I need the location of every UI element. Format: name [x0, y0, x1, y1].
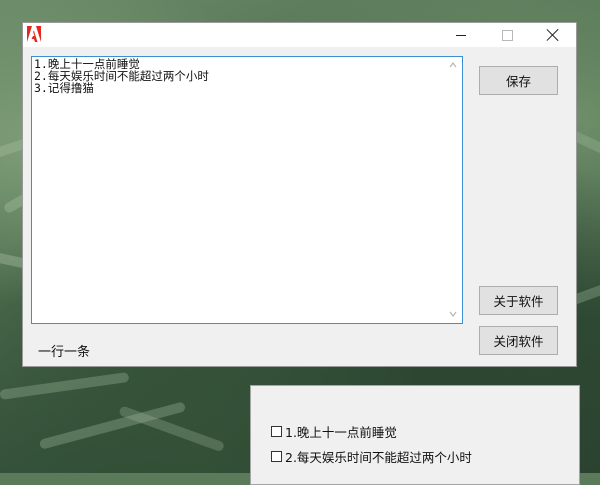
checklist-item[interactable]: 2.每天娱乐时间不能超过两个小时	[271, 447, 472, 466]
about-software-button[interactable]: 关于软件	[479, 286, 558, 315]
checklist-item[interactable]: 1.晚上十一点前睡觉	[271, 422, 397, 441]
adobe-logo-icon	[27, 26, 41, 42]
scroll-down-arrow-icon[interactable]	[449, 310, 457, 318]
checklist-item-label: 1.晚上十一点前睡觉	[285, 425, 397, 440]
minimize-icon	[456, 34, 466, 36]
notes-line: 3.记得撸猫	[34, 81, 94, 95]
maximize-icon	[501, 29, 513, 41]
minimize-button[interactable]	[438, 23, 484, 47]
scroll-up-arrow-icon[interactable]	[449, 61, 457, 69]
save-button[interactable]: 保存	[479, 66, 558, 95]
vertical-scrollbar[interactable]	[445, 57, 462, 323]
close-software-button[interactable]: 关闭软件	[479, 326, 558, 355]
checklist-item-label: 2.每天娱乐时间不能超过两个小时	[285, 450, 472, 465]
window-close-button[interactable]	[530, 23, 576, 47]
title-bar[interactable]	[23, 23, 576, 47]
close-icon	[547, 29, 559, 41]
hint-label: 一行一条	[38, 345, 91, 360]
checkbox[interactable]	[271, 426, 282, 437]
checklist-window: 1.晚上十一点前睡觉 2.每天娱乐时间不能超过两个小时	[250, 385, 580, 485]
checkbox[interactable]	[271, 451, 282, 462]
main-window: 1.晚上十一点前睡觉 2.每天娱乐时间不能超过两个小时 3.记得撸猫 保存 关于软件…	[22, 22, 577, 367]
maximize-button[interactable]	[484, 23, 530, 47]
notes-text[interactable]: 1.晚上十一点前睡觉 2.每天娱乐时间不能超过两个小时 3.记得撸猫	[34, 58, 444, 94]
notes-line: 2.每天娱乐时间不能超过两个小时	[34, 69, 209, 83]
notes-textarea[interactable]: 1.晚上十一点前睡觉 2.每天娱乐时间不能超过两个小时 3.记得撸猫	[31, 56, 463, 324]
